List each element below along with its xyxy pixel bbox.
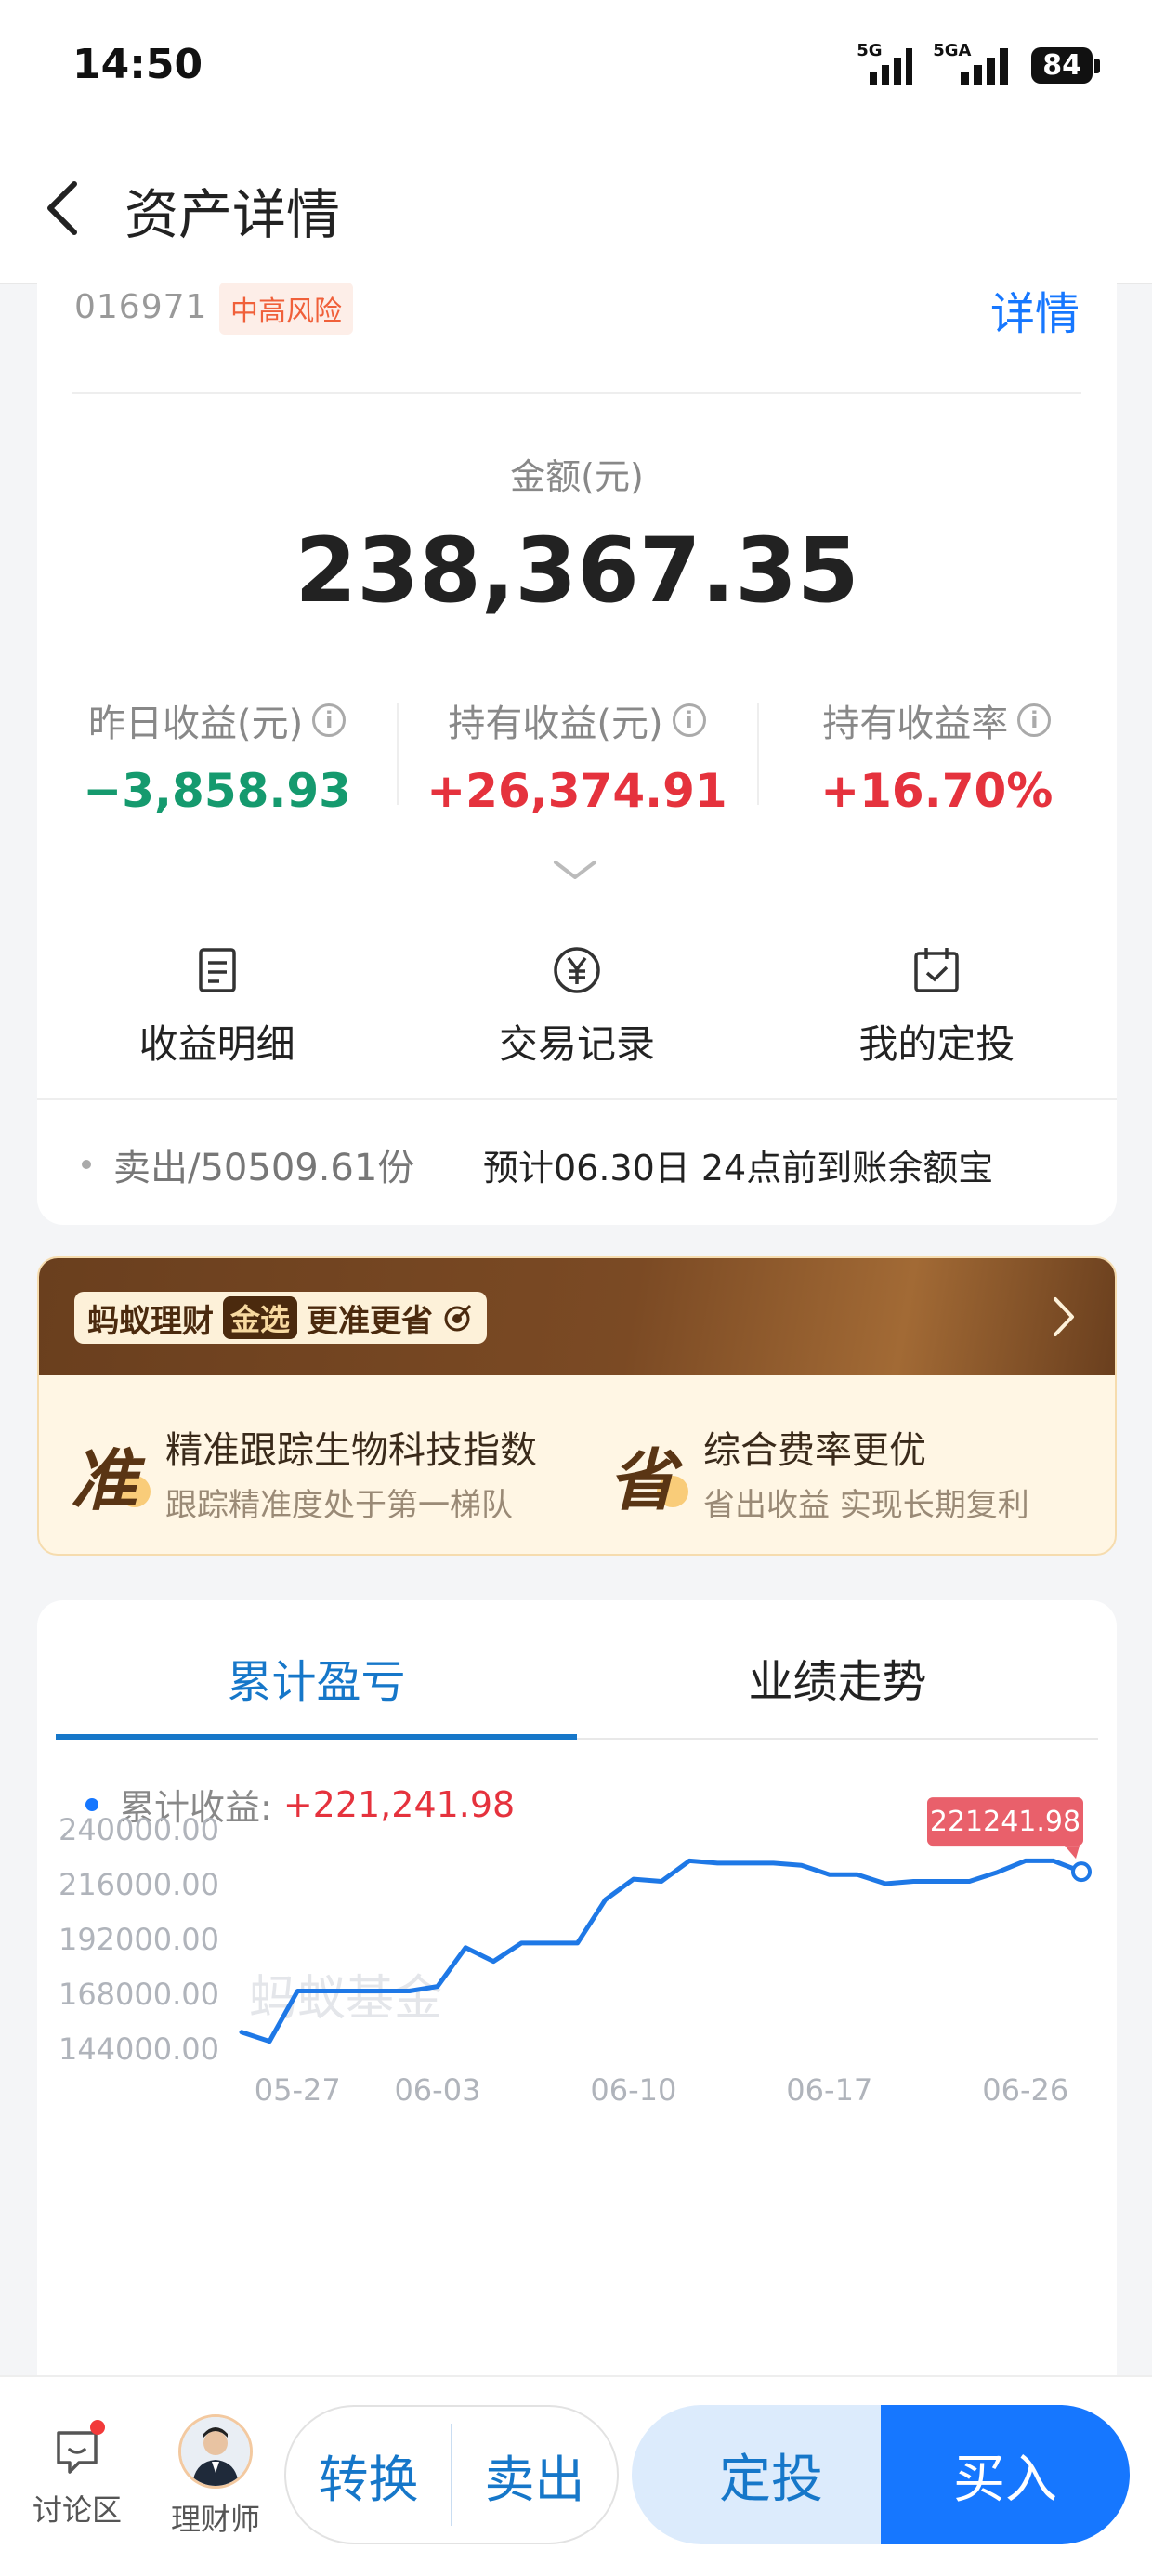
info-icon[interactable]: i (1017, 703, 1052, 737)
person-icon (181, 2417, 250, 2486)
status-time: 14:50 (72, 41, 203, 88)
chart-tabs: 累计盈亏 业绩走势 (56, 1600, 1098, 1740)
asset-card: 016971 中高风险 详情 金额(元) 238,367.35 昨日收益(元) i… (37, 275, 1117, 1225)
data-point (1071, 1861, 1092, 1883)
y-tick-label: 192000.00 (59, 1922, 219, 1957)
sell-button[interactable]: 卖出 (452, 2438, 617, 2512)
promo-badge: 蚂蚁理财 金选 更准更省 (74, 1292, 488, 1344)
promo-item-save: 省 综合费率更优 省出收益 实现长期复利 (577, 1375, 1115, 1554)
promo-slogan: 更准更省 (307, 1302, 434, 1340)
document-icon (198, 948, 236, 992)
chevron-down-icon[interactable] (552, 859, 598, 883)
risk-badge: 中高风险 (219, 283, 353, 335)
promo-tag: 金选 (223, 1296, 298, 1339)
page-title: 资产详情 (124, 183, 341, 246)
y-tick-label: 216000.00 (59, 1867, 219, 1902)
metrics-row: 昨日收益(元) i −3,858.93 持有收益(元) i +26,374.91 持… (37, 693, 1117, 818)
promo-brand: 蚂蚁理财 (87, 1302, 214, 1340)
promo-banner[interactable]: 蚂蚁理财 金选 更准更省 准 精准跟踪生物科技指数 跟踪精准度处于第一梯队 省 … (37, 1256, 1117, 1556)
sell-status-row[interactable]: 卖出/50509.61份 预计06.30日 24点前到账余额宝 (37, 1098, 1117, 1225)
info-icon[interactable]: i (672, 703, 706, 737)
amount-value: 238,367.35 (295, 519, 859, 623)
sell-shares: 卖出/50509.61份 (113, 1147, 415, 1189)
promo-glyph: 准 (71, 1441, 138, 1519)
metric-value: +16.70% (820, 764, 1054, 818)
y-tick-label: 144000.00 (59, 2031, 219, 2067)
tab-cumulative-pnl[interactable]: 累计盈亏 (56, 1600, 577, 1740)
action-label: 我的定投 (858, 1021, 1015, 1067)
action-trade-record[interactable]: 交易记录 (397, 944, 756, 1070)
action-row: 收益明细 交易记录 我的定投 (37, 944, 1117, 1070)
metric-value: −3,858.93 (83, 764, 351, 818)
advisor-label: 理财师 (170, 2502, 260, 2537)
promo-body: 准 精准跟踪生物科技指数 跟踪精准度处于第一梯队 省 综合费率更优 省出收益 实… (39, 1375, 1115, 1554)
convert-button[interactable]: 转换 (286, 2438, 451, 2512)
x-tick-label: 06-10 (590, 2072, 676, 2108)
y-tick-label: 240000.00 (59, 1812, 219, 1847)
convert-sell-group: 转换 卖出 (284, 2405, 619, 2544)
metric-value: +26,374.91 (426, 764, 727, 818)
x-tick-label: 06-17 (786, 2072, 872, 2108)
action-label: 交易记录 (498, 1021, 655, 1067)
status-icons: 5G 5GA 84 (857, 41, 1100, 85)
buy-button[interactable]: 买入 (881, 2405, 1130, 2544)
discuss-button[interactable]: 讨论区 (26, 2420, 128, 2530)
fund-code: 016971 (74, 288, 208, 326)
line-chart[interactable]: 蚂蚁基金 240000.00 216000.00 192000.00 168000.00… (37, 1786, 1117, 2121)
info-icon[interactable]: i (312, 703, 347, 737)
metric-label: 持有收益率 (822, 703, 1009, 745)
sell-eta: 预计06.30日 24点前到账余额宝 (483, 1148, 994, 1189)
promo-item-title: 精准跟踪生物科技指数 (165, 1429, 537, 1472)
nav-bar: 资产详情 (0, 139, 1152, 284)
promo-glyph: 省 (609, 1441, 676, 1519)
notification-dot (90, 2420, 105, 2435)
action-label: 收益明细 (138, 1021, 295, 1067)
promo-header: 蚂蚁理财 金选 更准更省 (39, 1258, 1115, 1375)
yuan-circle-icon (554, 947, 600, 993)
tooltip-label: 221241.98 (930, 1806, 1080, 1838)
chevron-left-icon[interactable] (37, 171, 93, 245)
tooltip-pointer (1065, 1846, 1080, 1860)
x-tick-label: 06-03 (394, 2072, 480, 2108)
tab-performance[interactable]: 业绩走势 (577, 1600, 1098, 1738)
bottom-action-bar: 讨论区 理财师 转换 卖出 定投 买入 (0, 2375, 1152, 2576)
status-bar: 14:50 5G 5GA 84 (0, 0, 1152, 139)
signal-label: 5GA (933, 41, 972, 60)
advisor-avatar (178, 2414, 253, 2489)
y-tick-label: 168000.00 (59, 1977, 219, 2012)
detail-link[interactable]: 详情 (990, 277, 1080, 342)
chart-watermark: 蚂蚁基金 (249, 1971, 442, 2027)
x-tick-label: 05-27 (255, 2072, 341, 2108)
battery-icon: 84 (1031, 46, 1100, 84)
metric-rate: 持有收益率 i +16.70% (756, 693, 1117, 818)
action-my-plan[interactable]: 我的定投 (757, 944, 1117, 1070)
amount-label: 金额(元) (510, 456, 644, 497)
metric-label: 持有收益(元) (448, 703, 663, 745)
advisor-button[interactable]: 理财师 (160, 2414, 271, 2539)
promo-item-subtitle: 跟踪精准度处于第一梯队 (165, 1487, 513, 1524)
chevron-right-icon[interactable] (1050, 1295, 1078, 1338)
promo-item-accurate: 准 精准跟踪生物科技指数 跟踪精准度处于第一梯队 (39, 1375, 577, 1554)
metric-holding: 持有收益(元) i +26,374.91 (397, 693, 756, 818)
signal-label: 5G (857, 41, 883, 60)
x-tick-label: 06-26 (982, 2072, 1068, 2108)
promo-item-title: 综合费率更优 (703, 1429, 926, 1472)
signal-icon: 5G (857, 41, 913, 85)
metric-label: 昨日收益(元) (88, 703, 304, 745)
metric-yesterday: 昨日收益(元) i −3,858.93 (37, 693, 397, 818)
calendar-check-icon (914, 948, 960, 992)
auto-invest-button[interactable]: 定投 (632, 2405, 910, 2544)
signal-icon: 5GA (933, 41, 1011, 85)
action-income-detail[interactable]: 收益明细 (37, 944, 397, 1070)
discuss-label: 讨论区 (32, 2492, 122, 2528)
promo-item-subtitle: 省出收益 实现长期复利 (703, 1487, 1029, 1524)
bullet-dot (82, 1160, 91, 1169)
target-icon (444, 1304, 472, 1332)
divider (72, 392, 1081, 394)
